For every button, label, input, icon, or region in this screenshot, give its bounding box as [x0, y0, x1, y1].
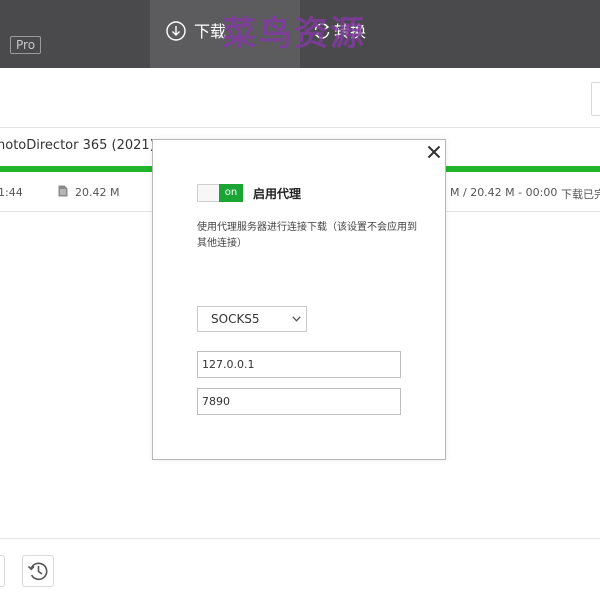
task-state: 下载已完: [561, 188, 600, 201]
bottom-divider: [0, 538, 600, 539]
toolbar-button[interactable]: [591, 82, 600, 116]
proxy-toggle[interactable]: on: [197, 184, 243, 202]
watermark-text: 菜鸟资源: [222, 14, 366, 54]
file-icon: [58, 185, 68, 197]
proxy-description: 使用代理服务器进行连接下载（该设置不会应用到其他连接）: [197, 222, 417, 249]
protocol-value: SOCKS5: [211, 312, 260, 326]
task-title: hotoDirector 365 (2021) -: [0, 138, 164, 153]
proxy-host-input[interactable]: [197, 351, 401, 378]
file-size: 20.42 M: [75, 186, 120, 199]
protocol-select[interactable]: SOCKS5: [197, 306, 307, 332]
pro-badge[interactable]: Pro: [10, 36, 42, 54]
close-icon[interactable]: [425, 143, 443, 161]
toggle-on-label: on: [219, 184, 243, 202]
toolbar-divider: [0, 127, 600, 128]
history-button[interactable]: [22, 555, 54, 587]
download-circle-icon: [166, 21, 186, 41]
bottom-left-button[interactable]: [0, 555, 5, 587]
proxy-dialog: on 启用代理 使用代理服务器进行连接下载（该设置不会应用到其他连接） SOCK…: [152, 139, 446, 460]
enable-proxy-label: 启用代理: [253, 187, 302, 201]
history-icon: [27, 562, 48, 581]
time-left: 1:44: [0, 186, 23, 199]
proxy-port-input[interactable]: [197, 388, 401, 415]
app-header: Pro 下载 转换 菜鸟资源: [0, 0, 600, 68]
transfer-status: M / 20.42 M - 00:00: [450, 186, 558, 199]
chevron-down-icon: [292, 316, 301, 322]
